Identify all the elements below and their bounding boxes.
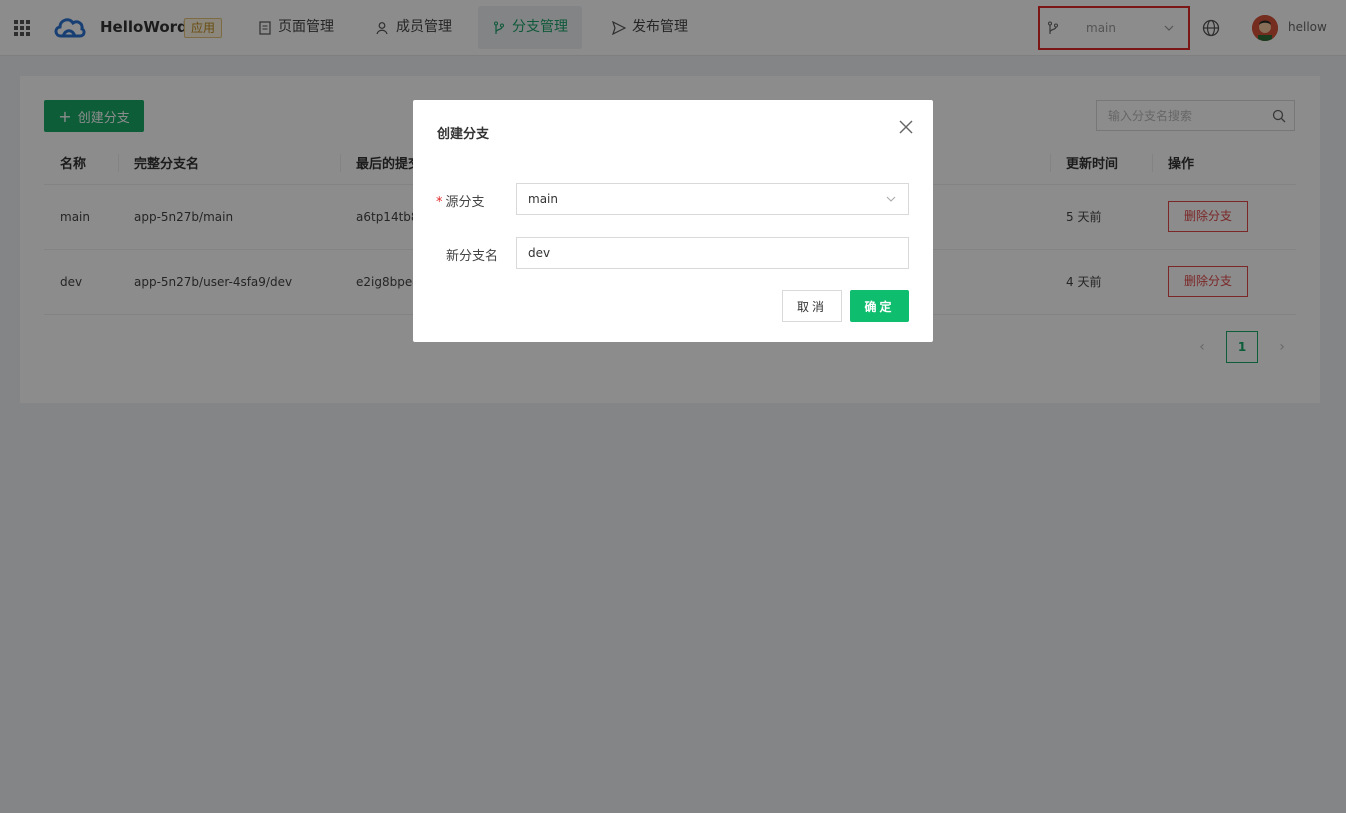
create-branch-dialog: 创建分支 *源分支 main 新分支名 取消 确定 bbox=[413, 100, 933, 342]
source-branch-label: * 源分支 bbox=[436, 191, 485, 210]
source-branch-value: main bbox=[528, 192, 558, 206]
source-branch-label-text: 源分支 bbox=[445, 195, 485, 210]
new-branch-name-label: 新分支名 bbox=[446, 249, 499, 264]
source-branch-select[interactable]: main bbox=[516, 183, 909, 215]
dialog-title: 创建分支 bbox=[437, 127, 490, 142]
close-icon[interactable] bbox=[899, 120, 913, 134]
chevron-down-icon bbox=[886, 196, 896, 202]
required-mark: * bbox=[436, 195, 443, 210]
cancel-button[interactable]: 取消 bbox=[782, 290, 842, 322]
new-branch-name-field[interactable] bbox=[516, 237, 909, 269]
confirm-button[interactable]: 确定 bbox=[850, 290, 909, 322]
new-branch-name-input[interactable] bbox=[528, 246, 908, 260]
